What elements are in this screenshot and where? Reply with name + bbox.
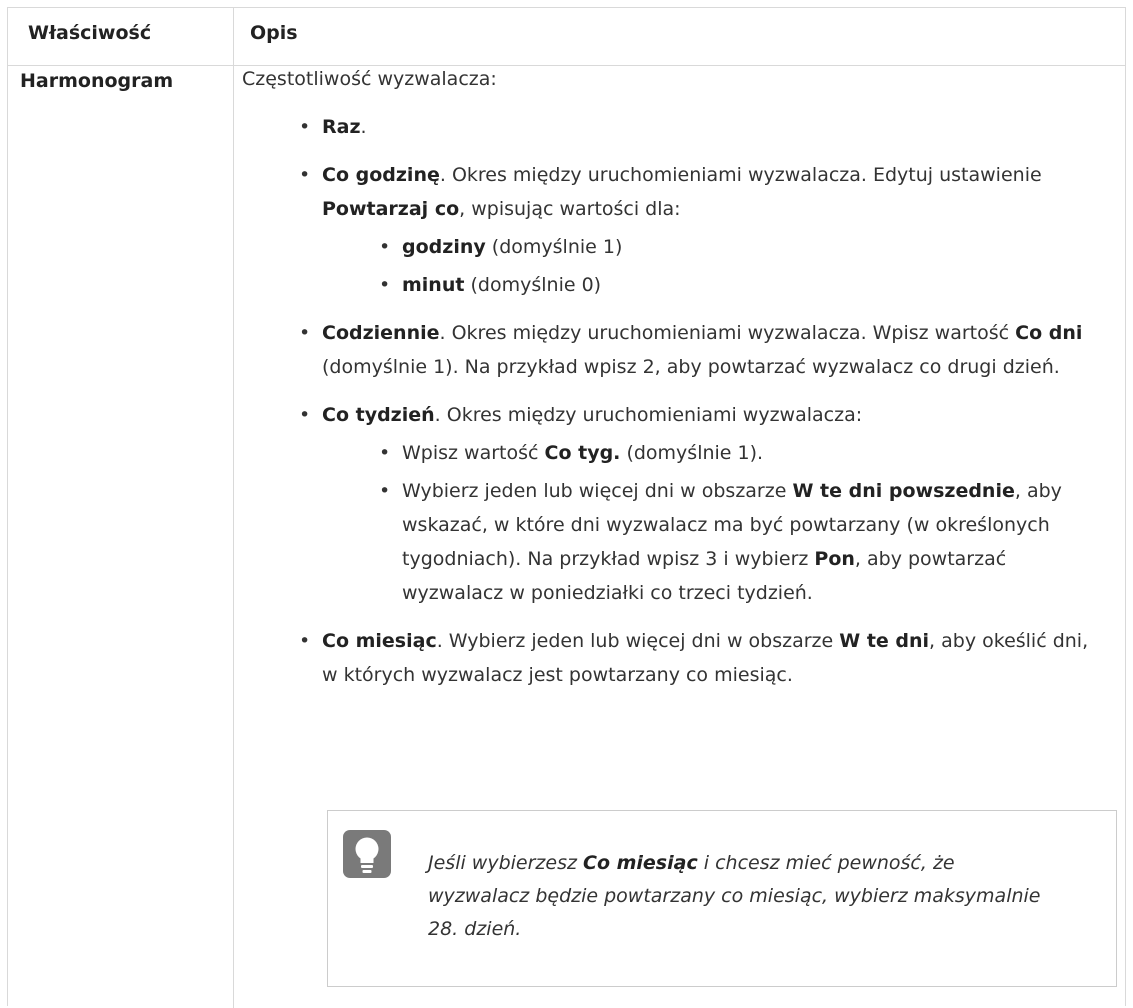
frequency-list: Raz. Co godzinę. Okres między uruchomien… [242,110,1097,692]
intro-text: Częstotliwość wyzwalacza: [242,68,497,90]
list-item-hours: godziny (domyślnie 1) [322,230,1097,264]
list-item-once: Raz. [242,110,1097,144]
header-property: Właściwość [28,22,152,44]
tip-text: Jeśli wybierzesz Co miesiąc i chcesz mie… [428,852,1041,940]
tip-note: Jeśli wybierzesz Co miesiąc i chcesz mie… [327,810,1117,987]
list-item-weeks: Wpisz wartość Co tyg. (domyślnie 1). [322,436,1097,470]
list-item-weekdays: Wybierz jeden lub więcej dni w obszarze … [322,474,1097,610]
lightbulb-icon [343,830,391,878]
list-item-minutes: minut (domyślnie 0) [322,268,1097,302]
list-item-hourly: Co godzinę. Okres między uruchomieniami … [242,158,1097,302]
list-item-weekly: Co tydzień. Okres między uruchomieniami … [242,398,1097,610]
column-divider [233,8,234,1008]
hourly-sublist: godziny (domyślnie 1) minut (domyślnie 0… [322,230,1097,302]
list-item-monthly: Co miesiąc. Wybierz jeden lub więcej dni… [242,624,1097,692]
property-name: Harmonogram [20,70,174,92]
property-description: Częstotliwość wyzwalacza: Raz. Co godzin… [242,62,1097,692]
header-description: Opis [250,22,298,44]
list-item-daily: Codziennie. Okres między uruchomieniami … [242,316,1097,384]
table-header-row: Właściwość Opis [8,8,1125,66]
weekly-sublist: Wpisz wartość Co tyg. (domyślnie 1). Wyb… [322,436,1097,610]
